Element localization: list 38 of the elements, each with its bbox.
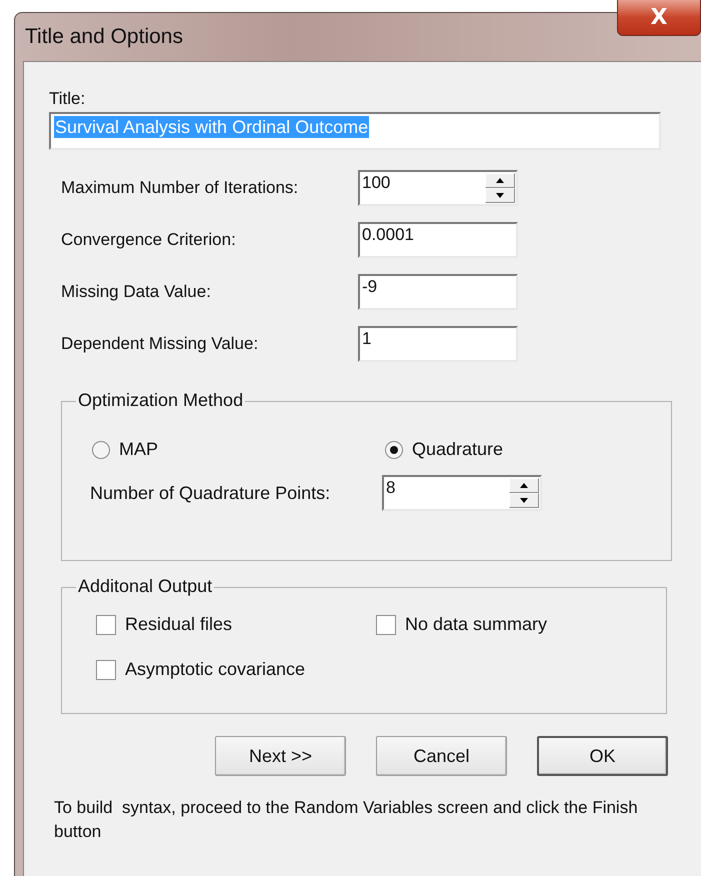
down-arrow-icon: [520, 498, 528, 503]
radio-label: Quadrature: [412, 439, 504, 460]
dialog-button[interactable]: Next >>: [215, 736, 346, 776]
field-label: Maximum Number of Iterations:: [61, 178, 300, 198]
checkbox[interactable]: [376, 614, 396, 634]
input-field[interactable]: 0.0001: [358, 222, 518, 258]
radio-label: MAP: [119, 439, 158, 460]
field-label: Title:: [49, 89, 86, 109]
dialog-button[interactable]: Cancel: [376, 736, 507, 776]
checkbox-label: Asymptotic covariance: [125, 659, 306, 680]
checkbox-label: No data summary: [405, 614, 548, 635]
group-title: Optimization Method: [76, 390, 246, 411]
field-label: Convergence Criterion:: [61, 230, 237, 250]
window-title: Title and Options: [25, 25, 183, 49]
selected-text: Survival Analysis with Ordinal Outcome: [54, 116, 370, 138]
field-label: Missing Data Value:: [61, 282, 212, 302]
spin-up-button[interactable]: [509, 478, 539, 493]
down-arrow-icon: [496, 193, 504, 198]
field-label: Number of Quadrature Points:: [90, 482, 332, 504]
input-field[interactable]: -9: [358, 274, 518, 310]
spin-down-button[interactable]: [485, 188, 515, 203]
checkbox-label: Residual files: [125, 614, 232, 635]
spin-up-button[interactable]: [485, 173, 515, 188]
radio-button[interactable]: [385, 440, 403, 458]
group-title: Additonal Output: [76, 576, 214, 597]
close-button[interactable]: X: [617, 0, 701, 36]
up-arrow-icon: [520, 483, 528, 488]
field-label: Dependent Missing Value:: [61, 334, 260, 354]
spin-field[interactable]: 8: [382, 475, 542, 511]
spin-field[interactable]: 100: [358, 170, 518, 206]
checkbox[interactable]: [96, 660, 116, 680]
up-arrow-icon: [496, 178, 504, 183]
input-field[interactable]: 1: [358, 326, 518, 362]
hint-text: To build syntax, proceed to the Random Variables screen and click the Finish button: [54, 797, 639, 843]
checkbox[interactable]: [96, 614, 116, 634]
radio-button[interactable]: [92, 440, 110, 458]
spin-down-button[interactable]: [509, 493, 539, 508]
dialog-button[interactable]: OK: [537, 736, 668, 776]
